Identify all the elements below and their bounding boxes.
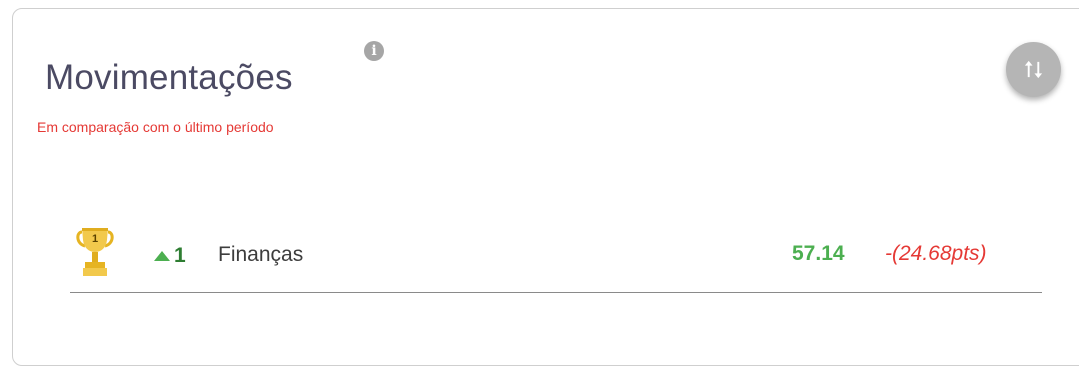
trophy-rank-number: 1 <box>92 233 98 245</box>
card-title: Movimentações <box>45 58 293 97</box>
rank-change-value: 1 <box>174 244 186 267</box>
department-name: Finanças <box>218 243 304 266</box>
up-arrow-icon <box>154 251 170 261</box>
card-subtitle: Em comparação com o último período <box>37 119 274 135</box>
score-value: 57.14 <box>792 242 845 265</box>
info-icon[interactable]: i <box>364 41 384 61</box>
ranking-row: 1 1 Finanças 57.14 -(24.68pts) <box>70 226 1042 294</box>
score-delta: -(24.68pts) <box>885 242 987 265</box>
sort-toggle-button[interactable] <box>1006 42 1061 97</box>
rank-change: 1 <box>154 244 186 268</box>
swap-vertical-icon <box>1024 60 1043 79</box>
trophy-icon: 1 <box>76 228 114 276</box>
row-divider <box>70 292 1042 293</box>
